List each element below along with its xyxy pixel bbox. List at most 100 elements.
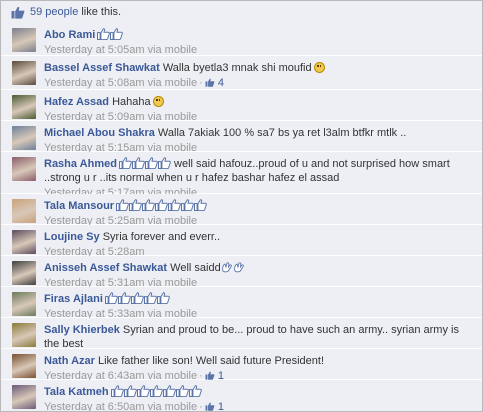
comment-author-link[interactable]: Tala Mansour (44, 200, 114, 212)
comment-text: Syria forever and everr.. (102, 231, 221, 243)
smiley-icon (152, 96, 164, 107)
thumbs-up-emoticons (104, 292, 170, 304)
comment-body: Bassel Assef Shawkat Walla byetla3 mnak … (44, 61, 474, 90)
wave-hand-icon (233, 262, 244, 273)
comment-timestamp[interactable]: Yesterday at 5:05am (44, 44, 145, 56)
comment-body: Anisseh Assef Shawkat Well saidd Yesterda… (44, 261, 474, 290)
comment-like-count[interactable]: 4 (205, 77, 224, 89)
comment-body: Loujine Sy Syria forever and everr.. Yest… (44, 230, 474, 259)
likes-summary: 59 people like this. (1, 1, 482, 24)
thumbs-up-icon (156, 292, 170, 304)
thumbs-up-icon (97, 28, 111, 40)
wave-hand-icon (221, 262, 232, 273)
thumbs-up-icon (110, 385, 124, 397)
avatar[interactable] (12, 292, 36, 316)
thumbs-up-icon (168, 199, 181, 211)
comment-item: Michael Abou Shakra Walla 7akiak 100 % s… (1, 121, 482, 155)
thumbs-up-icon (175, 385, 189, 397)
thumbs-up-icon (118, 157, 132, 169)
comment-item: Loujine Sy Syria forever and everr.. Yest… (1, 225, 482, 259)
comment-body: Hafez Assad Hahaha Yesterday at 5:09am vi… (44, 95, 474, 124)
avatar[interactable] (12, 95, 36, 119)
thumbs-up-icon (131, 157, 145, 169)
comment-source: via mobile (147, 44, 198, 56)
comment-source: via mobile (147, 77, 198, 89)
comment-author-link[interactable]: Nath Azar (44, 355, 95, 367)
comment-timestamp[interactable]: Yesterday at 6:50am (44, 401, 145, 411)
comment-list: Abo Rami Yesterday at 5:05am via mobile Ba… (1, 23, 482, 411)
comment-item: Rasha Ahmed well said hafouz..proud of u… (1, 152, 482, 199)
comment-item: Bassel Assef Shawkat Walla byetla3 mnak … (1, 56, 482, 90)
comment-body: Tala Mansour Yesterday at 5:25am via mobi… (44, 199, 474, 228)
likes-summary-text: like this. (81, 6, 122, 18)
comment-item: Hafez Assad Hahaha Yesterday at 5:09am vi… (1, 90, 482, 124)
avatar[interactable] (12, 199, 36, 223)
comment-body: Firas Ajlani Yesterday at 5:33am via mobi… (44, 292, 474, 321)
thumbs-up-icon (110, 28, 124, 40)
thumbs-up-emoticons (110, 385, 202, 397)
likes-count-link[interactable]: 59 people (30, 6, 78, 18)
smiley-icon (313, 62, 325, 73)
thumbs-up-emoticons (118, 157, 171, 169)
comment-like-count[interactable]: 1 (205, 401, 224, 412)
comment-body: Tala Katmeh Yesterday at 6:50am via mobil… (44, 385, 474, 412)
like-count-icon (205, 402, 215, 411)
comment-author-link[interactable]: Michael Abou Shakra (44, 127, 155, 139)
comment-text: Like father like son! Well said future P… (98, 355, 325, 367)
comment-text: Walla 7akiak 100 % sa7 bs ya ret l3alm b… (157, 127, 407, 139)
thumbs-up-icon (162, 385, 176, 397)
like-thumb-icon (11, 6, 25, 19)
avatar[interactable] (12, 126, 36, 150)
thumbs-up-icon (155, 199, 168, 211)
comment-text: Well saidd (170, 262, 221, 274)
thumbs-up-icon (194, 199, 207, 211)
avatar[interactable] (12, 261, 36, 285)
comment-item: Sally Khierbek Syrian and proud to be...… (1, 318, 482, 365)
thumbs-up-icon (136, 385, 150, 397)
comment-author-link[interactable]: Rasha Ahmed (44, 158, 117, 170)
avatar[interactable] (12, 157, 36, 181)
avatar[interactable] (12, 323, 36, 347)
thumbs-up-emoticons (97, 28, 124, 40)
avatar[interactable] (12, 61, 36, 85)
meta-separator: · (199, 401, 203, 412)
comment-author-link[interactable]: Hafez Assad (44, 96, 109, 108)
comment-like-number: 1 (217, 401, 224, 412)
thumbs-up-icon (149, 385, 163, 397)
meta-separator: · (199, 77, 203, 89)
like-count-icon (205, 371, 215, 380)
comment-author-link[interactable]: Loujine Sy (44, 231, 100, 243)
comment-meta: Yesterday at 5:05am via mobile (44, 43, 474, 57)
avatar[interactable] (12, 354, 36, 378)
thumbs-up-icon (143, 292, 157, 304)
comment-text: Hahaha (112, 96, 151, 108)
avatar[interactable] (12, 230, 36, 254)
thumbs-up-icon (144, 157, 158, 169)
comment-author-link[interactable]: Abo Rami (44, 29, 95, 41)
thumbs-up-icon (157, 157, 171, 169)
comment-body: Nath Azar Like father like son! Well sai… (44, 354, 474, 383)
comment-meta: Yesterday at 5:08am via mobile · 4 (44, 76, 474, 90)
comment-author-link[interactable]: Bassel Assef Shawkat (44, 62, 160, 74)
avatar[interactable] (12, 28, 36, 52)
comment-item: Tala Katmeh Yesterday at 6:50am via mobil… (1, 380, 482, 412)
comment-author-link[interactable]: Firas Ajlani (44, 293, 103, 305)
comment-author-link[interactable]: Tala Katmeh (44, 386, 109, 398)
thumbs-up-icon (130, 292, 144, 304)
comment-body: Michael Abou Shakra Walla 7akiak 100 % s… (44, 126, 474, 155)
comment-item: Firas Ajlani Yesterday at 5:33am via mobi… (1, 287, 482, 321)
comment-author-link[interactable]: Anisseh Assef Shawkat (44, 262, 167, 274)
thumbs-up-icon (104, 292, 118, 304)
comment-author-link[interactable]: Sally Khierbek (44, 324, 120, 336)
comments-panel: 59 people like this. Abo Rami Yesterday a… (0, 0, 483, 412)
wave-emoticons (221, 262, 245, 274)
thumbs-up-icon (188, 385, 202, 397)
thumbs-up-icon (129, 199, 142, 211)
comment-item: Tala Mansour Yesterday at 5:25am via mobi… (1, 194, 482, 228)
comment-timestamp[interactable]: Yesterday at 5:08am (44, 77, 145, 89)
comment-meta: Yesterday at 6:50am via mobile · 1 (44, 400, 474, 412)
comment-body: Abo Rami Yesterday at 5:05am via mobile (44, 28, 474, 57)
thumbs-up-icon (142, 199, 155, 211)
thumbs-up-icon (181, 199, 194, 211)
avatar[interactable] (12, 385, 36, 409)
